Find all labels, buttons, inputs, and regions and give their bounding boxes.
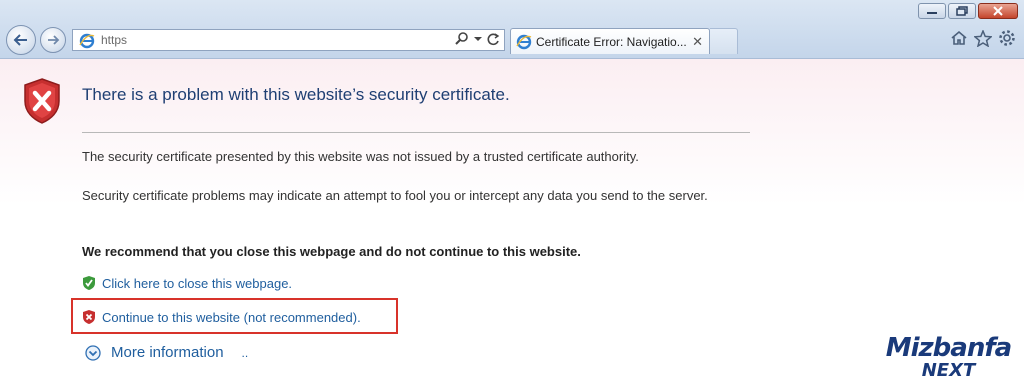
red-shield-icon	[83, 310, 95, 324]
certificate-error-page: There is a problem with this website’s s…	[0, 59, 1024, 384]
back-button[interactable]	[6, 25, 36, 55]
watermark-suffix: NEXT	[921, 360, 976, 381]
continue-website-link[interactable]: Continue to this website (not recommende…	[82, 309, 361, 325]
restore-button[interactable]	[948, 3, 976, 19]
home-icon[interactable]	[950, 30, 968, 46]
forward-button[interactable]	[40, 27, 66, 53]
browser-chrome: https Certificate Error: Navigatio... ✕	[0, 0, 1024, 59]
watermark-brand: Mizbanfa	[885, 333, 1012, 363]
close-icon	[993, 6, 1003, 16]
expand-icon[interactable]	[85, 344, 101, 361]
green-shield-icon	[83, 276, 95, 290]
tab-certificate-error[interactable]: Certificate Error: Navigatio... ✕	[510, 28, 710, 54]
window-controls	[918, 3, 1018, 19]
minimize-icon	[927, 12, 937, 14]
gear-icon[interactable]	[998, 29, 1016, 47]
recommendation-text: We recommend that you close this webpage…	[82, 244, 581, 259]
close-window-button[interactable]	[978, 3, 1018, 19]
ie-icon	[79, 33, 95, 49]
command-icons	[950, 29, 1016, 47]
address-text[interactable]: https	[101, 33, 127, 47]
search-icon[interactable]	[455, 32, 469, 46]
watermark-logo: Mizbanfa NEXT	[881, 334, 1016, 380]
certificate-issue-text: The security certificate presented by th…	[82, 149, 639, 164]
dropdown-icon[interactable]	[474, 36, 482, 42]
back-arrow-icon	[13, 34, 27, 46]
close-webpage-label[interactable]: Click here to close this webpage.	[102, 276, 292, 291]
restore-icon	[956, 6, 968, 16]
new-tab-button[interactable]	[710, 28, 738, 54]
address-bar[interactable]: https	[72, 29, 505, 51]
more-information-toggle[interactable]: More information ..	[85, 344, 248, 361]
continue-website-label[interactable]: Continue to this website (not recommende…	[102, 310, 361, 325]
ie-icon	[516, 34, 532, 50]
forward-arrow-icon	[48, 35, 60, 45]
more-information-dots: ..	[241, 345, 249, 360]
tab-title: Certificate Error: Navigatio...	[536, 35, 687, 49]
error-shield-icon	[24, 78, 60, 124]
tab-close-icon[interactable]: ✕	[692, 34, 703, 50]
minimize-button[interactable]	[918, 3, 946, 19]
address-tools	[455, 32, 500, 46]
title-divider	[82, 132, 750, 133]
refresh-icon[interactable]	[487, 32, 500, 46]
security-warning-text: Security certificate problems may indica…	[82, 188, 708, 203]
page-title: There is a problem with this website’s s…	[82, 85, 510, 104]
star-icon[interactable]	[974, 29, 992, 47]
close-webpage-link[interactable]: Click here to close this webpage.	[82, 275, 292, 291]
more-information-label[interactable]: More information	[111, 344, 224, 361]
